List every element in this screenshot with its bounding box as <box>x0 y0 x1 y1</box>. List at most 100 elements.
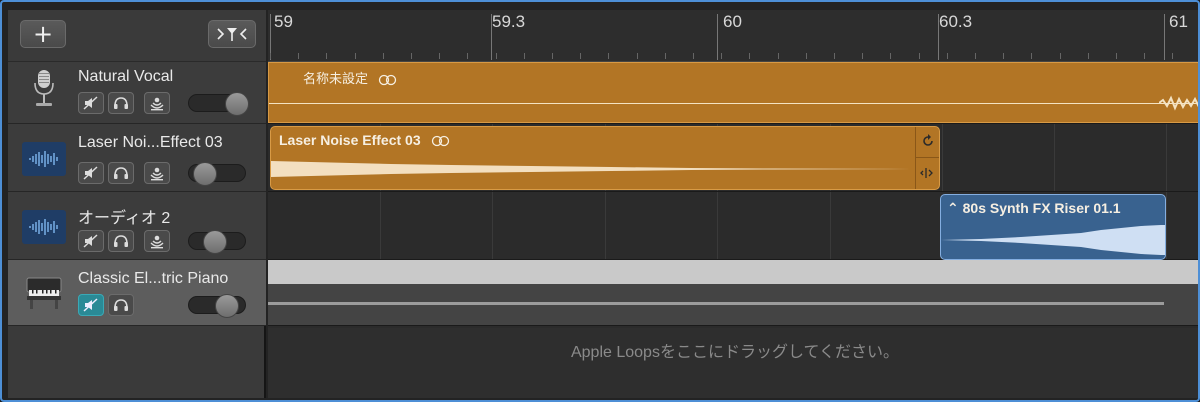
ruler-tick <box>975 53 976 59</box>
filter-icon <box>217 28 247 41</box>
ruler-tick <box>749 53 751 59</box>
ruler-mark: 59 <box>274 12 293 31</box>
ruler-tick <box>1172 53 1174 59</box>
track-lane[interactable]: ⌃ 80s Synth FX Riser 01.1 <box>268 192 1198 260</box>
chevron-updown-icon: ⌃ <box>947 201 959 217</box>
loop-icon <box>378 74 396 85</box>
ruler-tick <box>608 53 610 59</box>
ruler-tick <box>326 53 328 59</box>
region-name: Laser Noise Effect 03 <box>279 132 451 148</box>
ruler-tick <box>298 53 300 59</box>
drop-hint-text: Apple Loopsをここにドラッグしてください。 <box>570 344 899 361</box>
region-name: ⌃ 80s Synth FX Riser 01.1 <box>947 200 1121 217</box>
waveform-tail <box>1159 95 1198 111</box>
mute-speaker-icon <box>83 166 98 180</box>
volume-slider[interactable] <box>188 230 246 254</box>
region-name: 名称未設定 <box>303 68 398 87</box>
ruler-tick <box>411 53 412 59</box>
timeline-ruler[interactable]: 59 59.3 60 60.3 61 <box>268 10 1198 62</box>
volume-slider[interactable] <box>188 294 246 318</box>
track-header-natural-vocal[interactable]: Natural Vocal <box>8 62 266 124</box>
mute-button[interactable] <box>78 230 104 252</box>
track-header-classic-electric-piano[interactable]: Classic El...tric Piano <box>8 260 266 326</box>
volume-knob[interactable] <box>215 294 239 318</box>
ruler-tick <box>1144 53 1146 59</box>
input-monitor-icon <box>150 235 164 249</box>
ruler-tick <box>918 53 920 59</box>
ruler-tick <box>523 53 525 59</box>
track-lane[interactable] <box>268 260 1198 326</box>
ruler-tick <box>270 53 271 59</box>
track-name: Natural Vocal <box>78 68 174 85</box>
mute-speaker-icon <box>83 298 98 312</box>
garageband-window: + 59 59.3 60 60.3 61 Natural Vocal Laser… <box>0 0 1200 402</box>
solo-headphones-button[interactable] <box>108 162 134 184</box>
track-header-laser-noise[interactable]: Laser Noi...Effect 03 <box>8 124 266 192</box>
ruler-mark: 60.3 <box>939 12 973 31</box>
track-name: Classic El...tric Piano <box>78 270 229 287</box>
audio-region-untitled[interactable]: 名称未設定 <box>268 62 1198 123</box>
headphones-icon <box>114 235 128 247</box>
track-name: Laser Noi...Effect 03 <box>78 134 223 151</box>
solo-headphones-button[interactable] <box>108 230 134 252</box>
headphones-icon <box>114 299 128 311</box>
region-edge-handles[interactable] <box>915 127 939 189</box>
input-monitor-icon <box>150 97 164 111</box>
solo-headphones-button[interactable] <box>108 294 134 316</box>
waveform-display <box>271 161 911 177</box>
ruler-tick <box>467 53 469 59</box>
ruler-tick <box>834 53 835 59</box>
volume-knob[interactable] <box>225 92 249 116</box>
track-lane[interactable]: 名称未設定 <box>268 62 1198 124</box>
ruler-tick <box>1003 53 1005 59</box>
ruler-tick <box>495 53 497 59</box>
mute-speaker-icon <box>83 234 98 248</box>
ruler-tick <box>1116 53 1117 59</box>
ruler-tick <box>862 53 864 59</box>
track-lane[interactable]: Laser Noise Effect 03 <box>268 124 1198 192</box>
solo-headphones-button[interactable] <box>108 92 134 114</box>
loop-region-80s-synth[interactable]: ⌃ 80s Synth FX Riser 01.1 <box>940 194 1166 260</box>
loop-handle-icon[interactable] <box>920 133 936 149</box>
input-monitor-icon <box>150 167 164 181</box>
ruler-tick <box>1031 53 1033 59</box>
volume-slider[interactable] <box>188 162 246 186</box>
ruler-tick <box>580 53 582 59</box>
record-enable-button[interactable] <box>144 230 170 252</box>
track-header-toolbar: + <box>8 10 266 62</box>
waveform-icon <box>22 210 66 244</box>
ruler-tick <box>354 53 356 59</box>
ruler-tick <box>664 53 666 59</box>
ruler-tick <box>777 53 779 59</box>
ruler-tick <box>946 53 948 59</box>
track-headers: Natural Vocal Laser Noi...Effect 03 オーディ… <box>8 62 266 398</box>
waveform-icon <box>22 142 66 176</box>
mute-button[interactable] <box>78 294 104 316</box>
audio-region-laser-noise[interactable]: Laser Noise Effect 03 <box>270 126 940 190</box>
volume-knob[interactable] <box>193 162 217 186</box>
ruler-tick <box>1059 53 1061 59</box>
smart-controls-filter-button[interactable] <box>208 20 256 48</box>
headphones-icon <box>114 97 128 109</box>
resize-handle-icon[interactable] <box>920 165 936 181</box>
tracks-arrange-area[interactable]: 名称未設定 Laser Noise Effect 03 ⌃ 80s Synth … <box>268 62 1198 398</box>
record-enable-button[interactable] <box>144 92 170 114</box>
midi-region-line <box>268 302 1164 305</box>
add-track-button[interactable]: + <box>20 20 66 48</box>
ruler-tick <box>890 53 892 59</box>
midi-region-header[interactable] <box>268 260 1198 284</box>
volume-knob[interactable] <box>203 230 227 254</box>
track-header-audio-2[interactable]: オーディオ 2 <box>8 192 266 260</box>
loop-icon <box>431 136 449 147</box>
ruler-tick <box>693 53 694 59</box>
microphone-icon <box>22 70 66 106</box>
mute-button[interactable] <box>78 162 104 184</box>
track-name: オーディオ 2 <box>78 210 171 227</box>
ruler-tick <box>439 53 441 59</box>
mute-button[interactable] <box>78 92 104 114</box>
ruler-mark: 61 <box>1169 12 1188 31</box>
record-enable-button[interactable] <box>144 162 170 184</box>
volume-slider[interactable] <box>188 92 249 116</box>
ruler-tick <box>721 53 723 59</box>
ruler-tick <box>1087 53 1089 59</box>
